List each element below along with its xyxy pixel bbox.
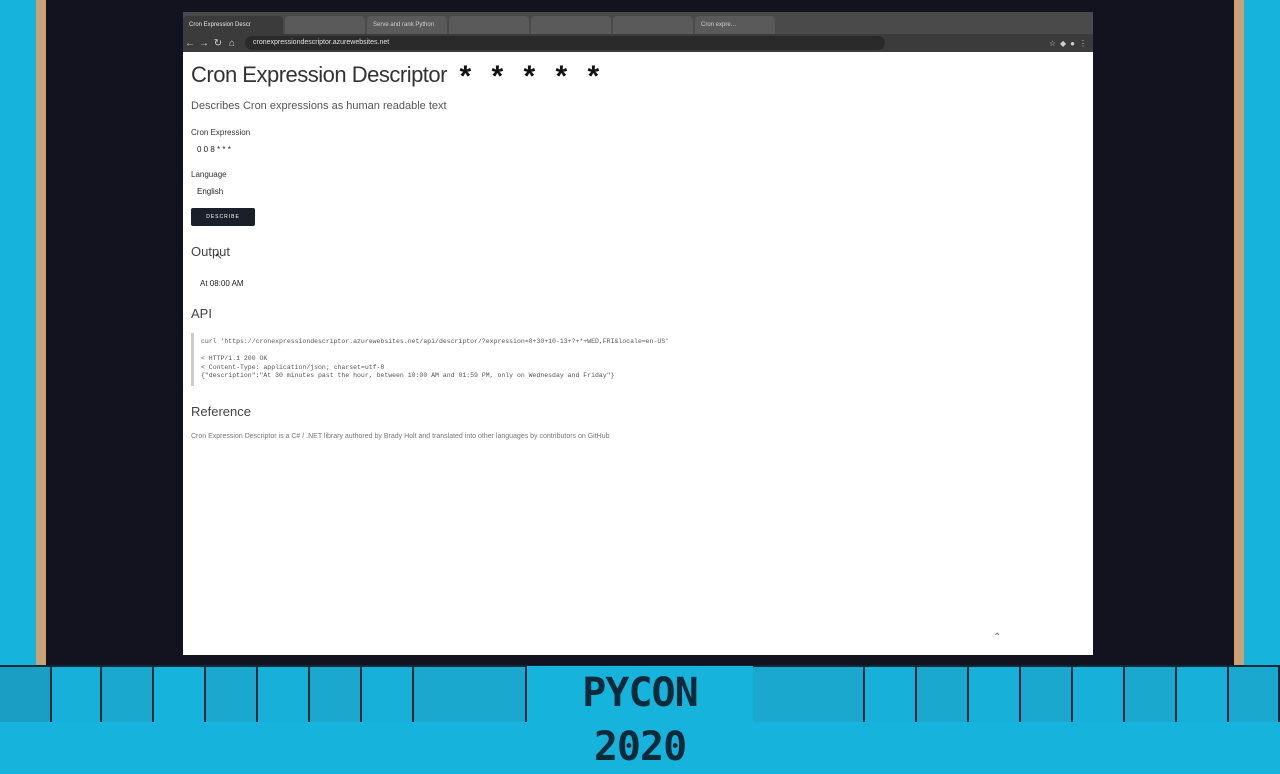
banner-robot-tile-2 xyxy=(1229,667,1280,722)
pycon-logo-text: PYCON 2020 xyxy=(527,666,753,770)
api-curl-line: curl 'https://cronexpressiondescriptor.a… xyxy=(201,338,670,345)
banner-robot-tile xyxy=(258,667,310,722)
banner-chip-tile xyxy=(310,667,362,722)
banner-tools-tile xyxy=(362,667,414,722)
navigation-bar: ← → ↻ ⌂ cronexpressiondescriptor.azurewe… xyxy=(183,34,1093,52)
banner-keyboard-tile xyxy=(865,667,917,722)
home-icon[interactable]: ⌂ xyxy=(225,38,239,49)
mouse-cursor-icon: ↖ xyxy=(215,251,223,261)
api-blank-line xyxy=(201,347,1081,356)
right-border xyxy=(1234,0,1244,665)
banner-lab-tile xyxy=(1177,667,1229,722)
tab-7[interactable]: Cron expre… xyxy=(695,16,775,34)
banner-star-tile xyxy=(206,667,258,722)
tab-2[interactable] xyxy=(285,16,365,34)
browser-window: Cron Expression Descr Serve and rank Pyt… xyxy=(183,12,1093,655)
tab-4[interactable] xyxy=(449,16,529,34)
language-select[interactable]: English xyxy=(197,187,1081,196)
scroll-to-top-icon[interactable]: ⌃ xyxy=(993,632,1001,643)
left-border xyxy=(36,0,46,665)
banner-snake-tile xyxy=(52,667,102,722)
tab-5[interactable] xyxy=(531,16,611,34)
banner-leaf-tile-2 xyxy=(1073,667,1125,722)
cron-expression-label: Cron Expression xyxy=(191,128,251,137)
api-status-line: < HTTP/1.1 200 OK xyxy=(201,355,268,362)
reference-heading: Reference xyxy=(191,403,251,419)
reference-text: Cron Expression Descriptor is a C# / .NE… xyxy=(191,432,610,440)
tab-cron-descriptor[interactable]: Cron Expression Descr xyxy=(183,16,283,34)
language-label: Language xyxy=(191,170,227,179)
banner-wave-tile xyxy=(414,667,527,722)
tab-3[interactable]: Serve and rank Python xyxy=(367,16,447,34)
extension-icon[interactable]: ◆ xyxy=(1060,39,1066,48)
output-text: At 08:00 AM xyxy=(200,279,244,288)
profile-icon[interactable]: ● xyxy=(1070,39,1075,48)
banner-window-tile xyxy=(917,667,969,722)
menu-icon[interactable]: ⋮ xyxy=(1079,39,1087,48)
cron-expression-input[interactable]: 0 0 8 * * * xyxy=(197,145,1081,154)
api-response-line: {"description":"At 30 minutes past the h… xyxy=(201,372,615,379)
page-subtitle: Describes Cron expressions as human read… xyxy=(191,100,447,112)
back-icon[interactable]: ← xyxy=(183,38,197,49)
banner-bridge-tile xyxy=(753,667,865,722)
tab-6[interactable] xyxy=(613,16,693,34)
output-heading: Output xyxy=(191,244,231,259)
forward-icon[interactable]: → xyxy=(197,38,211,49)
reload-icon[interactable]: ↻ xyxy=(211,38,225,49)
api-heading: API xyxy=(191,306,212,321)
banner-terminal-tile-2 xyxy=(969,667,1021,722)
banner-chevron-tile-2 xyxy=(1021,667,1073,722)
page-header: Cron Expression Descriptor * * * * * xyxy=(191,60,1081,94)
page-content: Cron Expression Descriptor * * * * * Des… xyxy=(191,60,1081,440)
toolbar-icons: ☆ ◆ ● ⋮ xyxy=(1049,39,1093,48)
api-content-type-line: < Content-Type: application/json; charse… xyxy=(201,363,385,371)
tab-strip: Cron Expression Descr Serve and rank Pyt… xyxy=(183,12,1093,34)
address-bar[interactable]: cronexpressiondescriptor.azurewebsites.n… xyxy=(245,36,885,50)
banner-chevron-tile xyxy=(102,667,154,722)
cron-stars: * * * * * xyxy=(459,60,606,93)
bookmark-star-icon[interactable]: ☆ xyxy=(1049,39,1056,48)
banner-terminal-tile xyxy=(0,667,52,722)
banner-leaf-tile xyxy=(154,667,206,722)
page-title: Cron Expression Descriptor xyxy=(191,62,447,87)
banner-star-tile-2 xyxy=(1125,667,1177,722)
api-code-block: curl 'https://cronexpressiondescriptor.a… xyxy=(191,333,1081,386)
describe-button[interactable]: DESCRIBE xyxy=(191,208,255,226)
